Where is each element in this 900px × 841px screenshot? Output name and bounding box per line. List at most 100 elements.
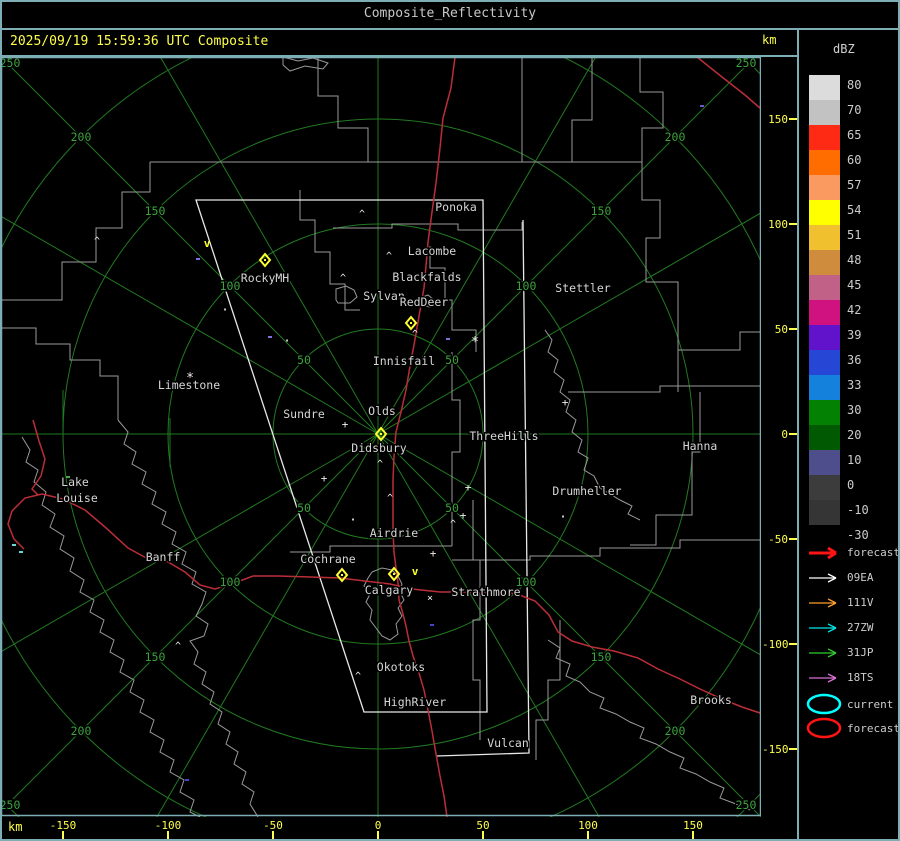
- right-axis-label-50: 50: [774, 323, 788, 336]
- storm-legend-label: 31JP: [847, 646, 874, 659]
- legend-panel: dBZ 80 70 65 60 57 54 51 48 45 42 39 36 33 30 20 10 0 -10…: [799, 28, 900, 838]
- ring-label-100: 100: [516, 279, 537, 293]
- ring-label-200: 200: [71, 130, 92, 144]
- right-axis-tick: [789, 328, 797, 330]
- dbz-scale-block--10: [809, 500, 840, 525]
- boundary-line: [21, 436, 201, 817]
- bottom-axis-tick: [482, 831, 484, 839]
- storm-legend-label: 111V: [847, 596, 874, 609]
- azimuth-line-240: [156, 433, 379, 817]
- boundary-line: [282, 57, 329, 72]
- boundary-line: [547, 639, 751, 811]
- radar-echo: [430, 624, 434, 626]
- ring-label-50: 50: [445, 353, 459, 367]
- bottom-axis-tick: [272, 831, 274, 839]
- infobar-separator: [0, 55, 797, 57]
- title-bar: Composite_Reflectivity: [0, 0, 900, 28]
- dbz-scale-block-80: [809, 75, 840, 100]
- ring-label-50: 50: [445, 501, 459, 515]
- dbz-scale-label-20: 20: [847, 428, 862, 442]
- boundary-line: [333, 222, 523, 231]
- dbz-scale-block-42: [809, 300, 840, 325]
- bottom-axis-tick: [167, 831, 169, 839]
- ring-label-150: 150: [145, 204, 166, 218]
- boundary-line: [117, 419, 259, 817]
- highway-line: [31, 419, 46, 496]
- map-marker-caret: ^: [387, 493, 393, 504]
- map-marker-plus: +: [321, 472, 328, 485]
- storm-legend-ellipse-current-6: current: [805, 691, 899, 717]
- legend-separator: [797, 28, 799, 839]
- dbz-scale-label-51: 51: [847, 228, 862, 242]
- radar-echo: [700, 105, 704, 107]
- right-axis-label-100: 100: [768, 218, 788, 231]
- bottom-axis-tick: [62, 831, 64, 839]
- city-label-Cochrane: Cochrane: [300, 552, 355, 566]
- city-label-RedDeer: RedDeer: [400, 295, 449, 309]
- boundary-line: [535, 620, 561, 760]
- ring-label-250: 250: [1, 57, 20, 70]
- storm-legend-arrow-31JP-4: 31JP: [805, 643, 899, 663]
- map-marker-caret: ^: [94, 236, 100, 247]
- right-axis-label-150: 150: [768, 113, 788, 126]
- storm-motion-arrow: v: [412, 565, 419, 578]
- map-marker-plus: +: [342, 418, 349, 431]
- city-label-Sundre: Sundre: [283, 407, 325, 421]
- window-title: Composite_Reflectivity: [363, 6, 537, 21]
- right-axis-tick: [789, 118, 797, 120]
- map-marker-plus: +: [465, 481, 472, 494]
- dbz-scale-label-39: 39: [847, 328, 862, 342]
- frame-top: [0, 0, 900, 2]
- boundary-line: [472, 500, 481, 740]
- ring-label-250: 250: [1, 798, 20, 812]
- dbz-scale-block-39: [809, 325, 840, 350]
- map-marker-caret: ^: [355, 671, 361, 682]
- 31JP-arrow-icon: [809, 648, 837, 658]
- storm-motion-arrow: v: [204, 237, 211, 250]
- storm-legend-arrow-forecast-0: forecast: [805, 543, 900, 563]
- map-marker-caret: ^: [412, 329, 418, 340]
- radar-echo: [268, 336, 272, 338]
- dbz-scale-label--10: -10: [847, 503, 869, 517]
- city-label-Lacombe: Lacombe: [408, 244, 457, 258]
- azimuth-line-120: [159, 57, 379, 435]
- dbz-scale-block-57: [809, 175, 840, 200]
- dbz-scale-block-0: [809, 475, 840, 500]
- city-label-Brooks: Brooks: [690, 693, 732, 707]
- boundary-line: [520, 57, 593, 163]
- right-axis-tick: [789, 433, 797, 435]
- boundary-line: [335, 285, 358, 304]
- ring-label-100: 100: [220, 575, 241, 589]
- bottom-axis-tick: [587, 831, 589, 839]
- current-ellipse-icon: [806, 693, 842, 715]
- right-axis-label--50: -50: [768, 533, 788, 546]
- city-label-Strathmore: Strathmore: [451, 585, 520, 599]
- info-bar: 2025/09/19 15:59:36 UTC Composite: [0, 28, 797, 55]
- city-label-RockyMH: RockyMH: [241, 271, 290, 285]
- storm-legend-arrow-18TS-5: 18TS: [805, 668, 899, 688]
- dbz-scale-block-20: [809, 425, 840, 450]
- right-axis-tick: [789, 538, 797, 540]
- radar-site-center: [341, 574, 343, 576]
- city-label-Sylvan: Sylvan: [363, 289, 405, 303]
- radar-echo: [12, 544, 16, 546]
- boundary-line: [630, 392, 701, 546]
- city-label-Stettler: Stettler: [555, 281, 610, 295]
- storm-legend-ellipse-forecast-7: forecast: [805, 715, 900, 741]
- boundary-line: [641, 162, 760, 351]
- storm-legend-label: forecast: [847, 546, 900, 559]
- ring-label-200: 200: [665, 130, 686, 144]
- map-marker-plus: +: [460, 509, 467, 522]
- dbz-scale-label-10: 10: [847, 453, 862, 467]
- radar-map[interactable]: 50 100 150 200 250 50 100 150 200 250 50 100 150 200 2…: [1, 57, 761, 817]
- map-marker-cross: ×: [427, 593, 433, 604]
- dbz-scale-label-80: 80: [847, 78, 862, 92]
- dbz-scale-label-36: 36: [847, 353, 862, 367]
- radar-site-center: [393, 573, 395, 575]
- dbz-scale-label-0: 0: [847, 478, 855, 492]
- city-label-Drumheller: Drumheller: [552, 484, 621, 498]
- ring-label-150: 150: [591, 204, 612, 218]
- storm-legend-label: 09EA: [847, 571, 874, 584]
- forecast-ellipse-icon: [806, 717, 842, 739]
- city-label-Banff: Banff: [146, 550, 181, 564]
